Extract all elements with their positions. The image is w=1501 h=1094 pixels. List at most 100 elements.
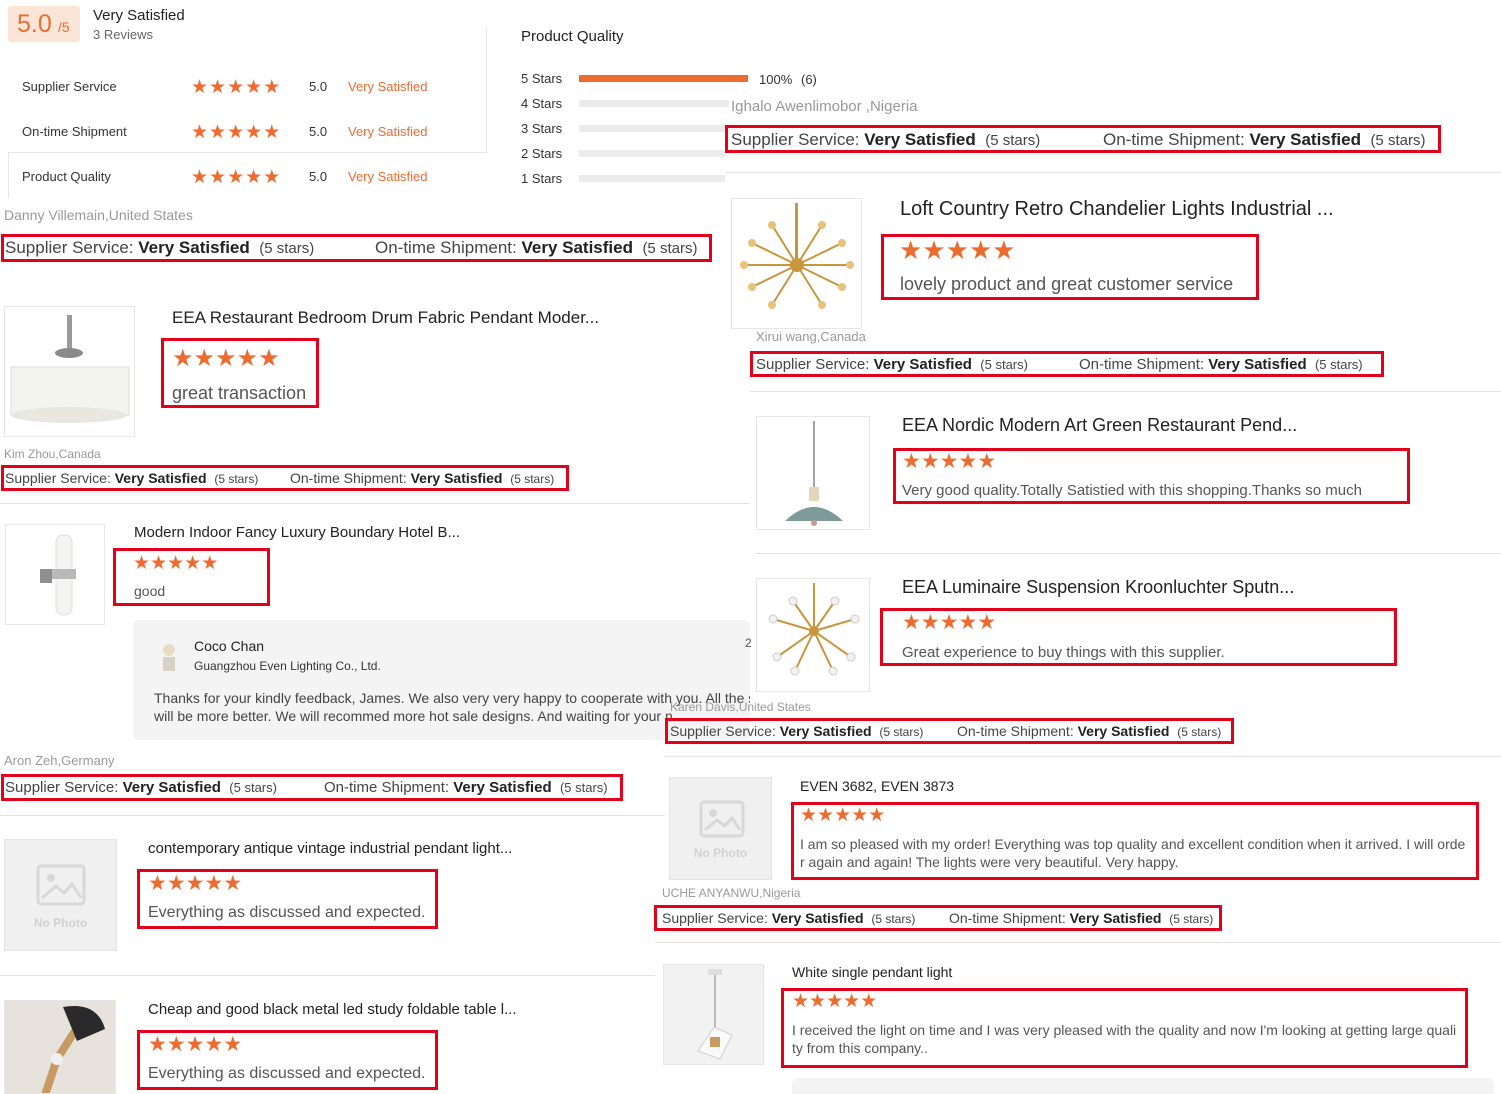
product-thumbnail[interactable] — [5, 524, 105, 625]
review-count: 3 Reviews — [93, 27, 153, 42]
quality-bar-track — [579, 175, 725, 182]
star-icon: ★ — [209, 167, 228, 188]
review-stars: ★★★★★ — [148, 1033, 242, 1057]
star-icon: ★ — [922, 235, 946, 265]
supplier-service-value: Very Satisfied — [138, 238, 250, 257]
no-photo-label: No Photo — [693, 846, 748, 860]
star-icon: ★ — [236, 345, 259, 372]
star-icon: ★ — [148, 1033, 167, 1056]
summary-row-stars: ★★★★★ — [191, 122, 281, 144]
product-title[interactable]: EVEN 3682, EVEN 3873 — [800, 778, 954, 794]
image-placeholder-icon — [36, 864, 86, 906]
divider — [665, 756, 1501, 757]
ontime-shipment-value: Very Satisfied — [1069, 910, 1162, 926]
star-icon: ★ — [227, 122, 246, 143]
product-thumbnail[interactable] — [4, 1000, 116, 1094]
summary-row-label: Product Quality — [22, 169, 111, 184]
desk-lamp-image — [41, 1005, 105, 1093]
stars-count: (5 stars) — [214, 472, 259, 486]
supplier-service-value: Very Satisfied — [873, 356, 972, 373]
review-stars: ★★★★★ — [902, 611, 996, 635]
product-thumbnail[interactable] — [663, 964, 764, 1065]
summary-row-value: 5.0 — [309, 79, 328, 94]
review-text-line: I am so pleased with my order! Everythin… — [800, 836, 1466, 852]
chandelier-image — [740, 203, 854, 309]
review-stars: ★★★★★ — [172, 345, 280, 373]
star-icon: ★ — [245, 167, 264, 188]
stars-count: (5 stars) — [229, 780, 277, 795]
summary-divider-h — [8, 152, 487, 153]
quality-bar-fill — [579, 75, 748, 82]
divider — [0, 975, 655, 976]
star-icon: ★ — [851, 805, 869, 826]
supplier-service-value: Very Satisfied — [771, 910, 864, 926]
star-icon: ★ — [191, 167, 210, 188]
star-icon: ★ — [193, 345, 216, 372]
sputnik-image — [768, 583, 860, 676]
star-icon: ★ — [172, 345, 194, 372]
star-icon: ★ — [834, 805, 852, 826]
stars-count: (5 stars) — [510, 472, 555, 486]
product-title[interactable]: EEA Nordic Modern Art Green Restaurant P… — [902, 415, 1297, 436]
quality-row-label: 3 Stars — [521, 121, 563, 136]
star-icon: ★ — [215, 345, 237, 372]
star-icon: ★ — [977, 611, 997, 634]
product-thumbnail[interactable] — [731, 198, 862, 329]
star-icon: ★ — [860, 991, 878, 1012]
product-title[interactable]: EEA Restaurant Bedroom Drum Fabric Penda… — [172, 308, 599, 328]
summary-row-label: On-time Shipment — [22, 124, 127, 139]
star-icon: ★ — [133, 553, 151, 574]
product-thumbnail[interactable] — [756, 416, 870, 530]
satisfaction-line: On-time Shipment: Very Satisfied (5 star… — [1103, 130, 1425, 150]
product-thumbnail[interactable]: No Photo — [4, 839, 117, 951]
summary-row-value: 5.0 — [309, 124, 328, 139]
product-title[interactable]: contemporary antique vintage industrial … — [148, 840, 512, 857]
star-icon: ★ — [800, 805, 818, 826]
satisfaction-line: On-time Shipment: Very Satisfied (5 star… — [957, 723, 1221, 739]
star-icon: ★ — [191, 77, 210, 98]
reviewer-name: Aron Zeh,Germany — [4, 753, 115, 768]
star-icon: ★ — [958, 450, 978, 473]
review-stars: ★★★★★ — [148, 872, 242, 896]
review-stars: ★★★★★ — [899, 235, 1016, 266]
quality-row-label: 5 Stars — [521, 71, 563, 86]
star-icon: ★ — [992, 235, 1016, 265]
review-stars: ★★★★★ — [133, 553, 218, 575]
product-title[interactable]: Loft Country Retro Chandelier Lights Ind… — [900, 198, 1334, 221]
star-icon: ★ — [204, 1033, 224, 1056]
star-icon: ★ — [204, 872, 224, 895]
product-title[interactable]: Modern Indoor Fancy Luxury Boundary Hote… — [134, 524, 460, 541]
supplier-service-label: Supplier Service: — [5, 779, 119, 796]
product-thumbnail[interactable] — [756, 578, 870, 692]
star-icon: ★ — [939, 450, 959, 473]
product-title[interactable]: Cheap and good black metal led study fol… — [148, 1001, 517, 1018]
star-icon: ★ — [263, 167, 282, 188]
star-icon: ★ — [920, 450, 940, 473]
satisfaction-line: On-time Shipment: Very Satisfied (5 star… — [1079, 356, 1363, 373]
stars-count: (5 stars) — [879, 725, 924, 739]
review-stars: ★★★★★ — [800, 805, 885, 827]
product-title[interactable]: White single pendant light — [792, 964, 952, 980]
overall-score-box: 5.0 /5 — [8, 6, 80, 42]
supplier-service-label: Supplier Service: — [670, 723, 776, 739]
supplier-service-value: Very Satisfied — [864, 130, 976, 149]
product-thumbnail[interactable]: No Photo — [669, 777, 772, 880]
ontime-shipment-label: On-time Shipment: — [957, 723, 1074, 739]
product-thumbnail[interactable] — [4, 306, 135, 437]
star-icon: ★ — [792, 991, 810, 1012]
satisfaction-line: On-time Shipment: Very Satisfied (5 star… — [375, 238, 697, 258]
supplier-service-value: Very Satisfied — [114, 470, 207, 486]
star-icon: ★ — [245, 122, 264, 143]
supplier-service-label: Supplier Service: — [756, 356, 870, 373]
ontime-shipment-value: Very Satisfied — [521, 238, 633, 257]
ontime-shipment-value: Very Satisfied — [1077, 723, 1170, 739]
star-icon: ★ — [209, 122, 228, 143]
quality-title: Product Quality — [521, 28, 624, 45]
star-icon: ★ — [185, 872, 205, 895]
star-icon: ★ — [843, 991, 861, 1012]
star-icon: ★ — [902, 450, 921, 473]
stars-count: (5 stars) — [559, 780, 608, 795]
summary-row-verdict: Very Satisfied — [348, 79, 428, 94]
product-title[interactable]: EEA Luminaire Suspension Kroonluchter Sp… — [902, 577, 1294, 598]
stars-count: (5 stars) — [642, 240, 698, 257]
